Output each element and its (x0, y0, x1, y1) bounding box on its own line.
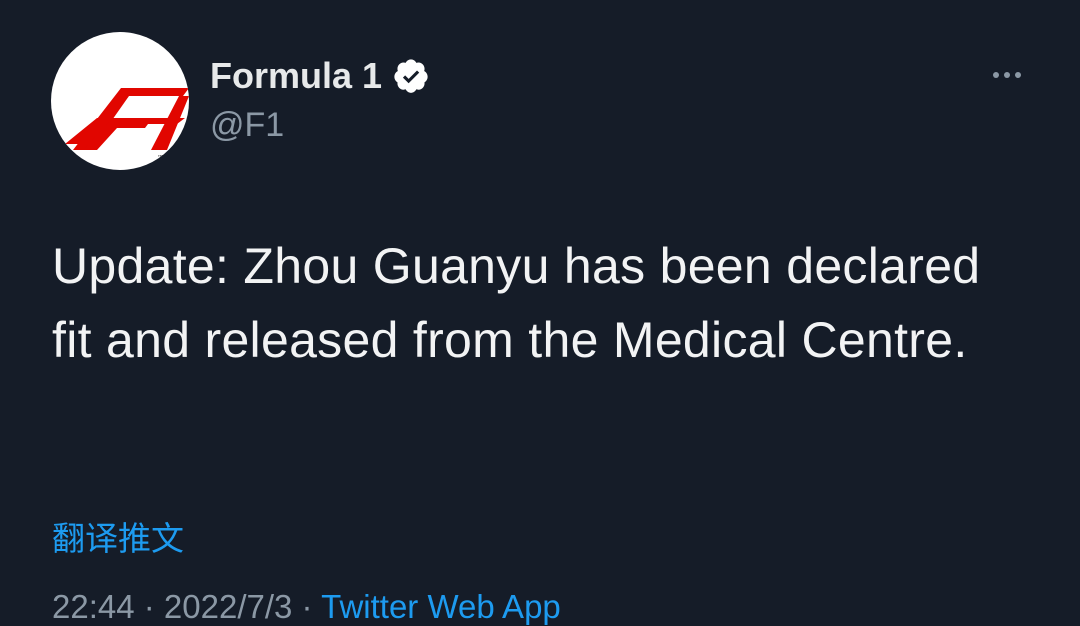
f1-logo-icon: ™ (65, 88, 189, 162)
more-options-icon[interactable] (984, 58, 1030, 92)
more-dot (993, 72, 999, 78)
translate-tweet-link[interactable]: 翻译推文 (52, 512, 184, 560)
meta-separator: · (292, 588, 322, 625)
tweet-meta: 22:44 · 2022/7/3 · Twitter Web App (52, 588, 561, 626)
more-dot (1015, 72, 1021, 78)
account-handle[interactable]: @F1 (210, 106, 284, 145)
verified-badge-icon (394, 59, 428, 93)
account-display-name-row[interactable]: Formula 1 (210, 54, 430, 98)
display-name[interactable]: Formula 1 (210, 55, 382, 97)
avatar[interactable]: ™ (51, 32, 189, 170)
tweet-text: Update: Zhou Guanyu has been declared fi… (52, 238, 981, 368)
tweet-source-link[interactable]: Twitter Web App (321, 588, 561, 625)
svg-text:™: ™ (157, 154, 164, 162)
more-dot (1004, 72, 1010, 78)
tweet-timestamp[interactable]: 22:44 · 2022/7/3 (52, 588, 292, 625)
